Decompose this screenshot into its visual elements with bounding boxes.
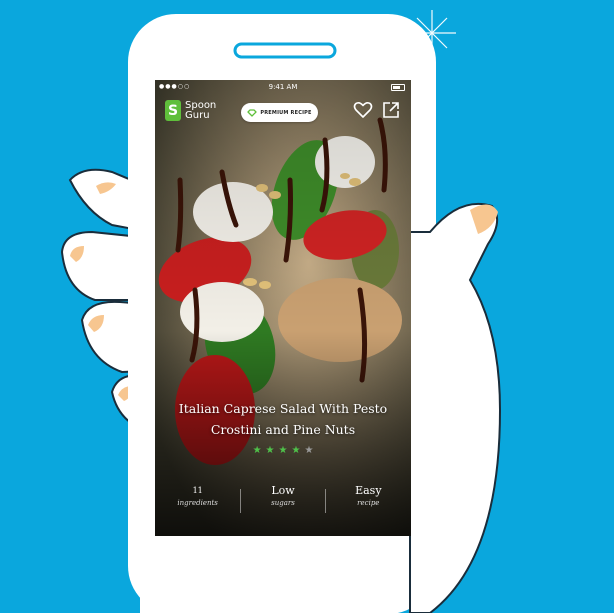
- signal-icon: ●●●○○: [159, 83, 191, 90]
- stat-divider: [240, 489, 241, 513]
- star-filled-icon: ★: [265, 445, 275, 456]
- status-bar: ●●●○○ 9:41 AM: [155, 80, 411, 94]
- stat-sugars-value: Low: [271, 484, 295, 497]
- stat-difficulty-value: Easy: [355, 484, 382, 497]
- stat-difficulty-label: recipe: [357, 499, 380, 507]
- stat-ingredients: 11 ingredients: [155, 483, 240, 519]
- star-empty-icon: ★: [304, 445, 314, 456]
- recipe-title-line2: Crostini and Pine Nuts: [210, 422, 356, 437]
- star-filled-icon: ★: [252, 445, 262, 456]
- app-screen: ●●●○○ 9:41 AM S Spoon Guru PREMIUM RECIP…: [155, 80, 411, 536]
- logo-text: Spoon Guru: [185, 99, 217, 121]
- heart-icon[interactable]: [353, 100, 373, 120]
- recipe-title: Italian Caprese Salad With Pesto Crostin…: [165, 398, 401, 440]
- recipe-title-line1: Italian Caprese Salad With Pesto: [178, 401, 388, 416]
- stat-divider: [325, 489, 326, 513]
- logo-text-line1: Spoon: [185, 99, 217, 111]
- star-filled-icon: ★: [291, 445, 301, 456]
- stat-sugars-label: sugars: [271, 499, 295, 507]
- stat-ingredients-label: ingredients: [177, 499, 218, 507]
- star-filled-icon: ★: [278, 445, 288, 456]
- stage: ●●●○○ 9:41 AM S Spoon Guru PREMIUM RECIP…: [0, 0, 614, 613]
- logo-mark: S: [165, 100, 181, 121]
- share-icon[interactable]: [381, 100, 401, 120]
- brand-logo[interactable]: S Spoon Guru: [165, 100, 216, 121]
- stat-difficulty: Easy recipe: [326, 483, 411, 519]
- premium-recipe-badge[interactable]: PREMIUM RECIPE: [241, 103, 318, 122]
- status-time: 9:41 AM: [268, 83, 298, 91]
- logo-text-line2: Guru: [185, 109, 210, 121]
- stat-sugars: Low sugars: [240, 483, 325, 519]
- rating-stars: ★ ★ ★ ★ ★: [155, 445, 411, 456]
- recipe-stats: 11 ingredients Low sugars Easy recipe: [155, 483, 411, 519]
- diamond-icon: [247, 108, 258, 117]
- premium-recipe-label: PREMIUM RECIPE: [260, 109, 312, 116]
- battery-icon: [391, 84, 405, 91]
- stat-ingredients-value: 11: [192, 486, 203, 495]
